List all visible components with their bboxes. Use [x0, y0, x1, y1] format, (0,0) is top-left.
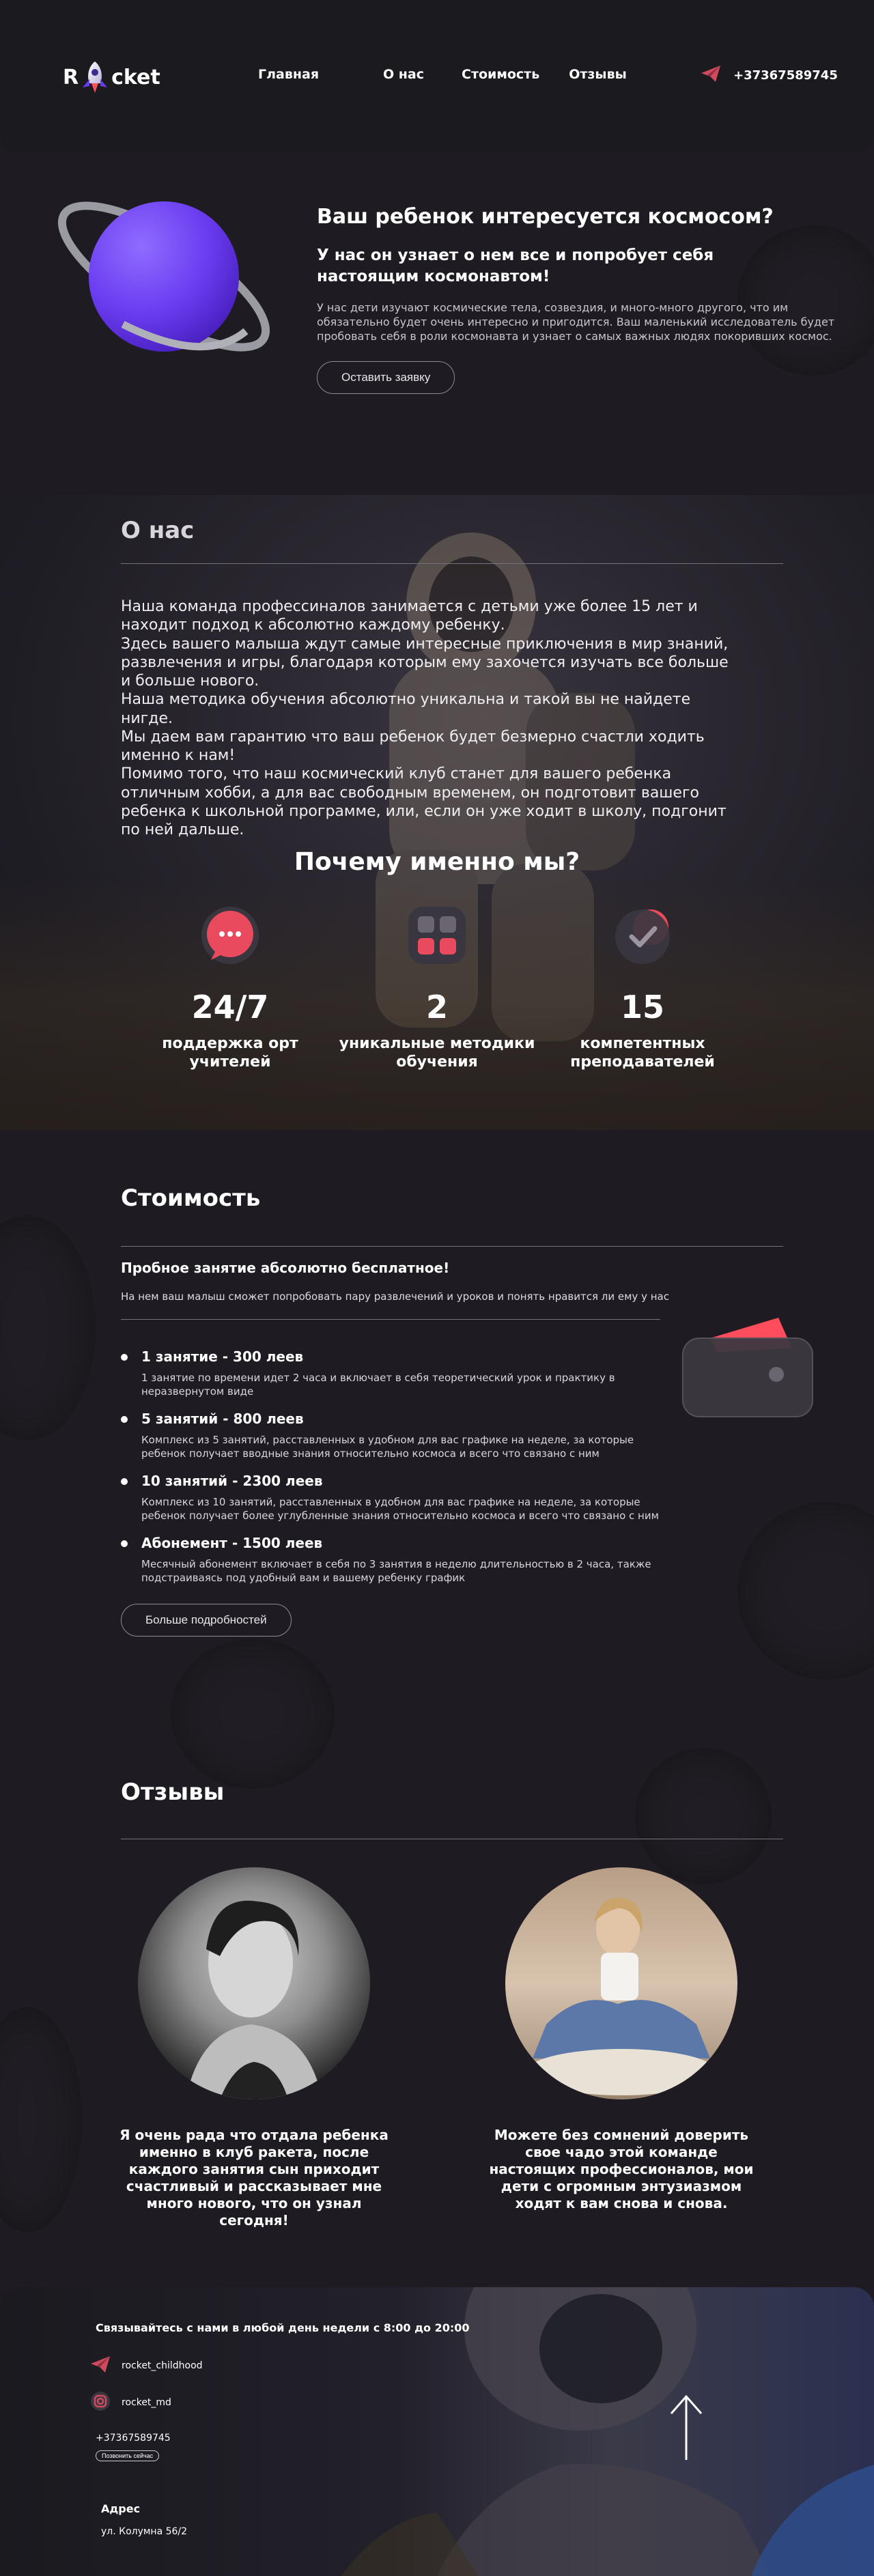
chat-icon	[196, 901, 264, 969]
feature-number: 15	[620, 989, 664, 1025]
about-divider	[121, 563, 783, 564]
logo-letters-cket: cket	[111, 65, 160, 89]
price-description: Комплекс из 10 занятий, расставленных в …	[141, 1496, 659, 1522]
footer-hours: Связывайтесь с нами в любой день недели …	[96, 2321, 470, 2334]
about-paragraph: Помимо того, что наш космический клуб ст…	[121, 765, 727, 839]
price-item: 1 занятие - 300 леев 1 занятие по времен…	[121, 1348, 660, 1398]
price-description: Комплекс из 5 занятий, расставленных в у…	[141, 1434, 634, 1460]
logo-letter-r: R	[63, 65, 79, 89]
pricing-title: Стоимость	[121, 1185, 261, 1212]
pricing-divider	[121, 1246, 783, 1247]
instagram-link[interactable]: rocket_md	[90, 2391, 171, 2414]
site-header: R cket Главная О нас Стоимость Отзывы +3…	[0, 0, 874, 154]
instagram-handle: rocket_md	[122, 2397, 171, 2408]
nav-link-about[interactable]: О нас	[383, 67, 424, 82]
reviews-title: Отзывы	[121, 1779, 225, 1806]
price-description: Месячный абонемент включает в себя по 3 …	[141, 1558, 651, 1584]
free-trial-divider	[121, 1319, 660, 1320]
footer-phone[interactable]: +37367589745	[96, 2433, 171, 2444]
price-name: 5 занятий - 800 леев	[141, 1411, 304, 1427]
free-trial-description: На нем ваш малыш сможет попробовать пару…	[121, 1290, 669, 1303]
hero-section: Ваш ребенок интересуется космосом? У нас…	[0, 154, 874, 495]
address-text: ул. Колумна 56/2	[101, 2526, 188, 2537]
about-title: О нас	[121, 517, 195, 544]
more-details-button[interactable]: Больше подробностей	[121, 1604, 292, 1637]
about-section: О нас Наша команда профессиналов занимае…	[0, 495, 874, 1130]
rocket-logo-icon	[81, 60, 109, 94]
feature-teachers: 15 компетентных преподавателей	[540, 901, 745, 1072]
about-paragraph: Наша команда профессиналов занимается с …	[121, 598, 698, 634]
logo[interactable]: R cket	[63, 60, 160, 94]
price-name: 10 занятий - 2300 леев	[141, 1473, 323, 1489]
price-list: 1 занятие - 300 леев 1 занятие по времен…	[121, 1348, 660, 1637]
why-us-title: Почему именно мы?	[294, 848, 580, 876]
reviews-section: Отзывы Я очень рада что отдала ребенка и…	[0, 1779, 874, 2287]
feature-number: 2	[425, 989, 448, 1025]
feature-methods: 2 уникальные методики обучения	[335, 901, 539, 1072]
free-trial-title: Пробное занятие абсолютно бесплатное!	[121, 1260, 450, 1276]
instagram-icon	[90, 2391, 111, 2414]
reviewer-photo	[138, 1867, 370, 2099]
telegram-handle: rocket_childhood	[122, 2360, 203, 2371]
nav-link-home[interactable]: Главная	[258, 67, 319, 82]
telegram-icon	[90, 2355, 111, 2376]
leave-request-button[interactable]: Оставить заявку	[317, 361, 455, 395]
about-text: Наша команда профессиналов занимается с …	[121, 597, 742, 839]
feature-support: 24/7 поддержка орт учителей	[128, 901, 333, 1072]
pricing-section: Стоимость Пробное занятие абсолютно бесп…	[0, 1130, 874, 1779]
price-name: 1 занятие - 300 леев	[141, 1348, 304, 1365]
header-phone[interactable]: +37367589745	[701, 65, 838, 86]
about-paragraph: Наша методика обучения абсолютно уникаль…	[121, 691, 691, 727]
check-badge-icon	[608, 901, 677, 969]
review-text: Я очень рада что отдала ребенка именно в…	[119, 2127, 389, 2228]
review-card: Можете без сомнений доверить свое чадо э…	[485, 1867, 758, 2212]
hero-text-block: Ваш ребенок интересуется космосом? У нас…	[317, 205, 836, 395]
price-description: 1 занятие по времени идет 2 часа и включ…	[141, 1372, 615, 1398]
telegram-link[interactable]: rocket_childhood	[90, 2355, 203, 2376]
header-phone-number: +37367589745	[733, 68, 838, 83]
review-text: Можете без сомнений доверить свое чадо э…	[489, 2127, 754, 2211]
reviewer-photo	[505, 1867, 737, 2099]
feature-number: 24/7	[191, 989, 269, 1025]
wallet-icon	[676, 1311, 819, 1420]
hero-subtitle: У нас он узнает о нем все и попробует се…	[317, 246, 714, 286]
nav-link-reviews[interactable]: Отзывы	[569, 67, 627, 82]
about-paragraph: Здесь вашего малыша ждут самые интересны…	[121, 635, 729, 690]
feature-label: поддержка орт учителей	[162, 1035, 298, 1071]
planet-illustration	[41, 188, 287, 365]
paper-plane-icon	[701, 65, 721, 86]
price-name: Абонемент - 1500 леев	[141, 1535, 323, 1551]
scroll-up-arrow-icon[interactable]	[666, 2393, 707, 2461]
grid-icon	[403, 901, 471, 969]
about-paragraph: Мы даем вам гарантию что ваш ребенок буд…	[121, 728, 705, 765]
main-nav: Главная О нас Стоимость Отзывы	[258, 67, 627, 82]
address-title: Адрес	[101, 2502, 141, 2515]
review-card: Я очень рада что отдала ребенка именно в…	[117, 1867, 391, 2229]
price-item: 5 занятий - 800 леев Комплекс из 5 занят…	[121, 1411, 660, 1460]
feature-label: компетентных преподавателей	[570, 1035, 715, 1071]
site-footer: Связывайтесь с нами в любой день недели …	[0, 2287, 874, 2576]
hero-title: Ваш ребенок интересуется космосом?	[317, 205, 774, 229]
hero-description: У нас дети изучают космические тела, соз…	[317, 301, 835, 343]
nav-link-pricing[interactable]: Стоимость	[462, 67, 539, 82]
price-item: Абонемент - 1500 леев Месячный абонемент…	[121, 1535, 660, 1585]
call-now-button[interactable]: Позвонить сейчас	[96, 2450, 160, 2461]
feature-label: уникальные методики обучения	[339, 1035, 535, 1071]
price-item: 10 занятий - 2300 леев Комплекс из 10 за…	[121, 1473, 660, 1523]
